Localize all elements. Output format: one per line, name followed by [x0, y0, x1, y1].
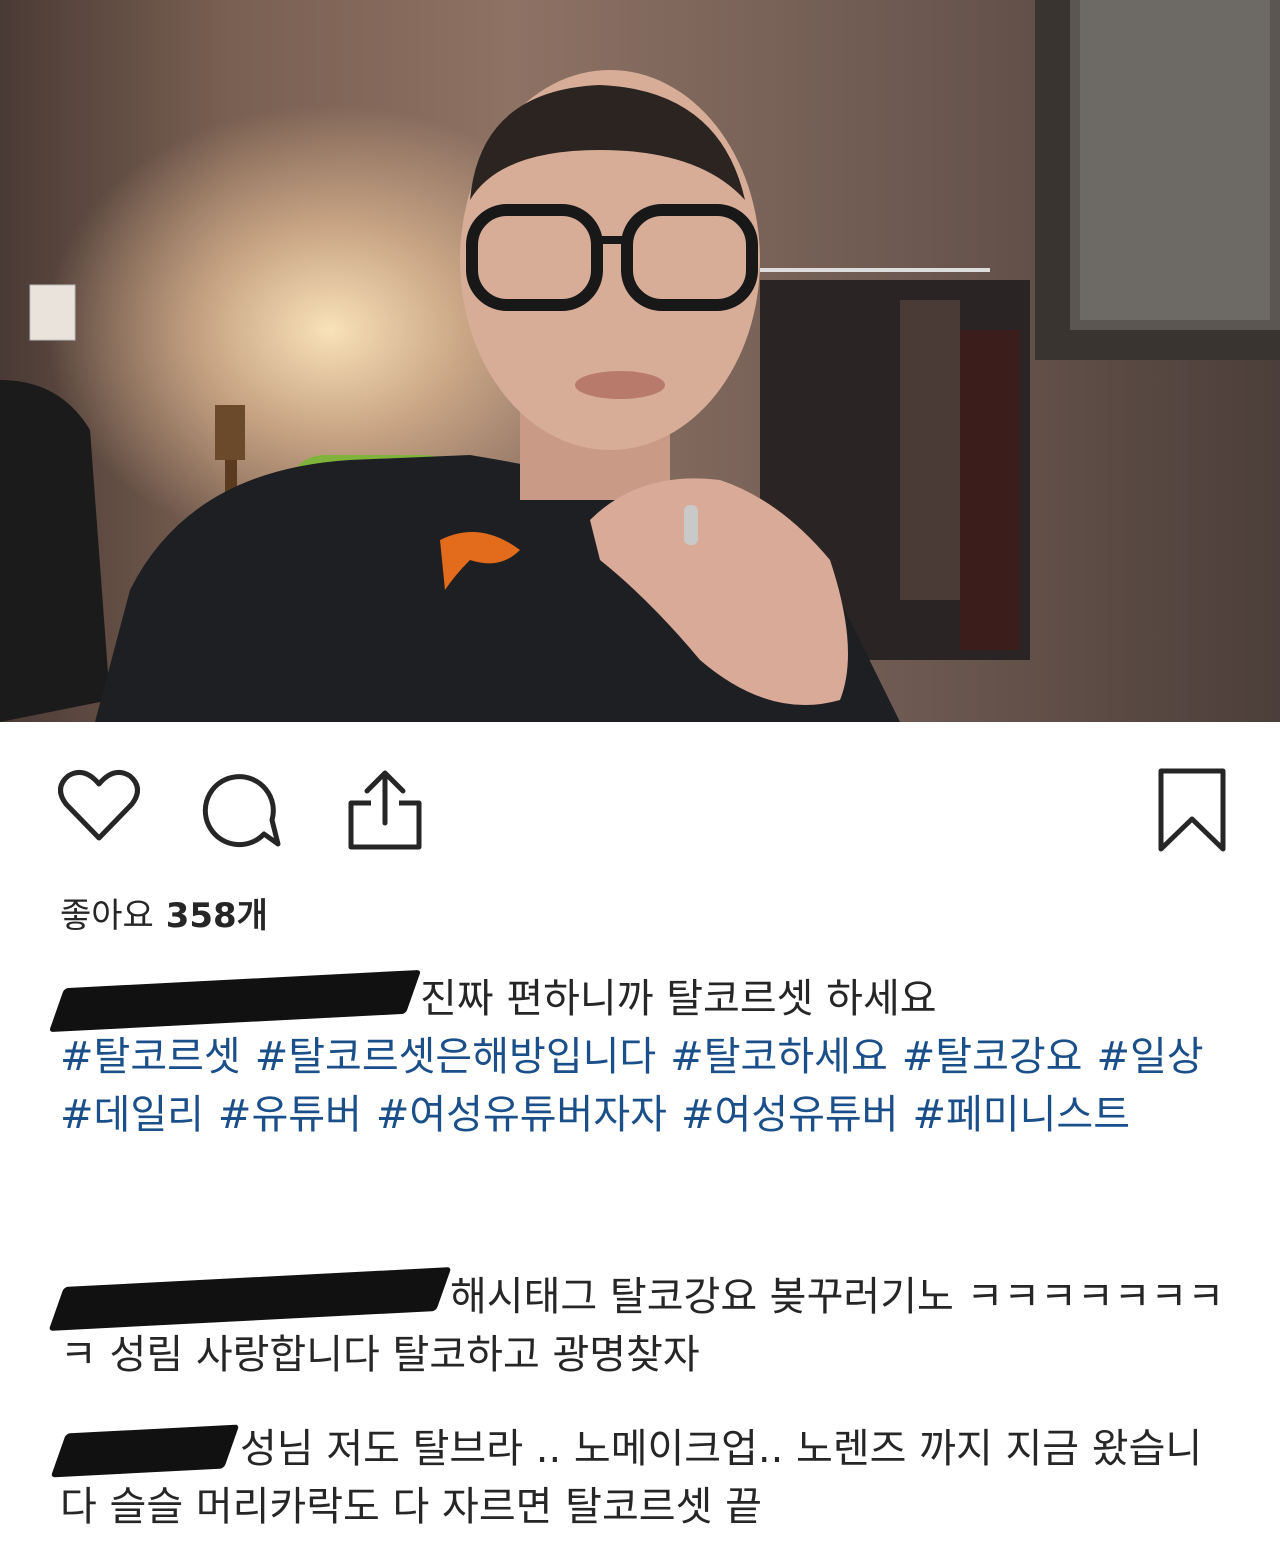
hashtag-link[interactable]: #탈코하세요 — [670, 1034, 888, 1080]
redacted-username — [50, 1424, 240, 1478]
like-count[interactable]: 좋아요 358개 — [60, 888, 268, 937]
hashtag-link[interactable]: #탈코르셋은해방입니다 — [255, 1034, 657, 1080]
comment-item: 해시태그 탈코강요 봊꾸러기노 ㅋㅋㅋㅋㅋㅋㅋㅋ 성림 사랑합니다 탈코하고 광… — [48, 1267, 1230, 1384]
hashtag-link[interactable]: #데일리 — [60, 1092, 204, 1138]
redacted-username — [48, 1267, 452, 1331]
like-label: 좋아요 — [60, 896, 154, 936]
comment-icon[interactable] — [200, 768, 282, 850]
hashtag-link[interactable]: #여성유튜버 — [681, 1092, 899, 1138]
caption-text: 진짜 편하니까 탈코르셋 하세요 — [420, 976, 937, 1022]
redacted-username — [48, 969, 422, 1033]
comment-item: 성님 저도 탈브라 .. 노메이크업.. 노렌즈 까지 지금 왔습니다 슬슬 머… — [50, 1420, 1230, 1536]
heart-icon[interactable] — [58, 768, 140, 842]
hashtag-link[interactable]: #탈코르셋 — [60, 1034, 241, 1080]
hashtag-link[interactable]: #여성유튜버자자 — [376, 1092, 667, 1138]
share-icon[interactable] — [345, 767, 425, 853]
hashtag-link[interactable]: #탈코강요 — [902, 1034, 1083, 1080]
caption: 진짜 편하니까 탈코르셋 하세요 #탈코르셋 #탈코르셋은해방입니다 #탈코하세요 #… — [48, 969, 1230, 1144]
photo-scene — [0, 0, 1280, 722]
hashtag-link[interactable]: #유튜버 — [218, 1092, 362, 1138]
hashtag-list: #탈코르셋 #탈코르셋은해방입니다 #탈코하세요 #탈코강요 #일상 #데일리 #유튜버 #여… — [60, 1028, 1230, 1144]
post-action-bar — [0, 722, 1280, 872]
hashtag-link[interactable]: #페미니스트 — [912, 1092, 1130, 1138]
hashtag-link[interactable]: #일상 — [1096, 1034, 1203, 1080]
bookmark-icon[interactable] — [1157, 767, 1227, 853]
like-number: 358개 — [165, 896, 268, 936]
post-photo[interactable] — [0, 0, 1280, 722]
